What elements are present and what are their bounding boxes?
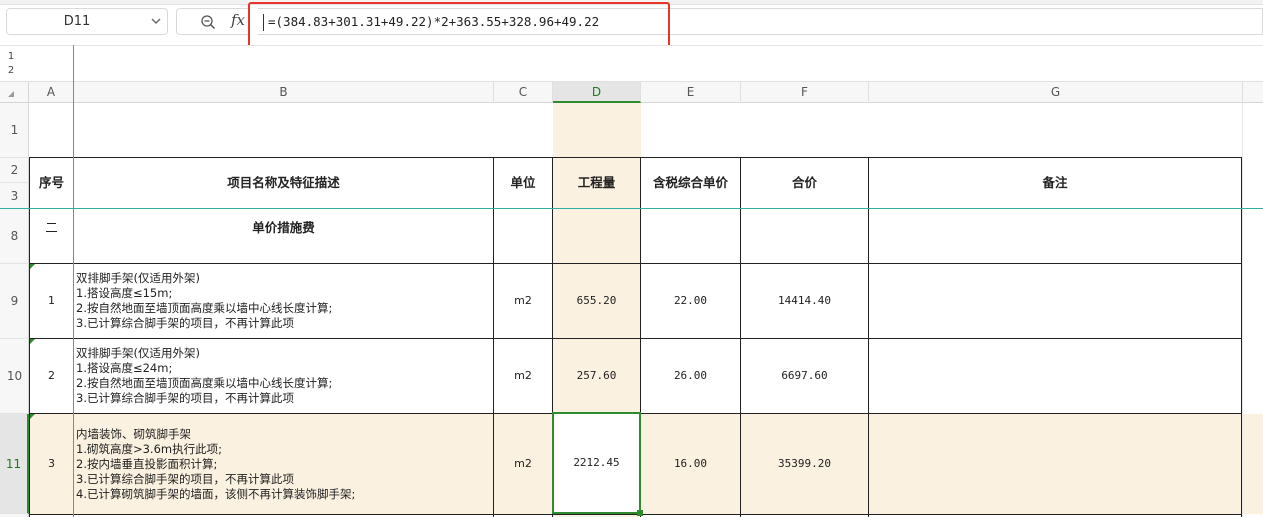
freeze-pane-guide-horizontal xyxy=(0,208,1263,209)
row-header-8[interactable]: 8 xyxy=(0,209,29,264)
name-box[interactable]: D11 xyxy=(6,8,168,35)
header-total: 合价 xyxy=(791,175,817,190)
header-unit-price: 含税综合单价 xyxy=(652,175,728,190)
header-remark: 备注 xyxy=(1042,175,1068,190)
row-header-2[interactable]: 2 xyxy=(0,158,29,183)
gridline xyxy=(1242,103,1243,517)
border xyxy=(29,514,1242,515)
row-header-1[interactable]: 1 xyxy=(0,103,29,158)
cell-unit-price[interactable]: 22.00 xyxy=(641,264,740,338)
column-header-b[interactable]: B xyxy=(74,82,494,103)
cell-total[interactable]: 6697.60 xyxy=(741,339,868,413)
select-all-icon xyxy=(8,91,14,97)
active-cell-d11[interactable]: 2212.45 xyxy=(552,412,641,514)
column-header-bar: A B C D E F G xyxy=(0,81,1263,103)
cell-unit-price[interactable]: 26.00 xyxy=(641,339,740,413)
cell-unit[interactable]: m2 xyxy=(494,339,552,413)
cell-qty[interactable]: 2212.45 xyxy=(554,414,639,512)
section-name: 单价措施费 xyxy=(252,220,315,235)
outline-level-1-button[interactable]: 1 xyxy=(6,51,16,62)
cell-seq[interactable]: 1 xyxy=(30,264,73,338)
chevron-down-icon[interactable] xyxy=(151,16,161,26)
cell-total[interactable]: 35399.20 xyxy=(741,414,868,514)
header-unit: 单位 xyxy=(510,175,536,190)
header-seq: 序号 xyxy=(38,175,64,190)
fx-icon[interactable]: fx xyxy=(231,11,245,29)
row-header-9[interactable]: 9 xyxy=(0,264,29,339)
header-qty: 工程量 xyxy=(577,175,616,190)
row-header-bar: 1 2 3 8 9 10 11 xyxy=(0,103,29,517)
border xyxy=(868,157,869,517)
cell-description[interactable]: 内墙装饰、砌筑脚手架 1.砌筑高度>3.6m执行此项; 2.按内墙垂直投影面积计… xyxy=(76,427,492,502)
outline-bar xyxy=(0,45,1263,81)
freeze-pane-guide-vertical xyxy=(73,45,74,517)
column-header-e[interactable]: E xyxy=(641,82,741,103)
cell-qty[interactable]: 655.20 xyxy=(553,264,640,338)
zoom-icon[interactable] xyxy=(200,14,216,30)
row-header-10[interactable]: 10 xyxy=(0,339,29,414)
row-header-3[interactable]: 3 xyxy=(0,183,29,209)
column-header-f[interactable]: F xyxy=(741,82,869,103)
column-header-c[interactable]: C xyxy=(494,82,553,103)
header-name: 项目名称及特征描述 xyxy=(227,175,340,190)
cell-total[interactable]: 14414.40 xyxy=(741,264,868,338)
outline-level-2-button[interactable]: 2 xyxy=(6,65,16,76)
border xyxy=(1241,157,1242,517)
cell-seq[interactable]: 3 xyxy=(30,414,73,514)
cell-unit-price[interactable]: 16.00 xyxy=(641,414,740,514)
column-header-g[interactable]: G xyxy=(869,82,1243,103)
cell-seq[interactable]: 2 xyxy=(30,339,73,413)
cell-description[interactable]: 双排脚手架(仅适用外架) 1.搭设高度≤24m; 2.按自然地面至墙顶面高度乘以… xyxy=(76,346,492,406)
select-all-corner[interactable] xyxy=(0,82,29,103)
name-box-value: D11 xyxy=(63,14,91,29)
column-header-a[interactable]: A xyxy=(29,82,74,103)
cell-unit[interactable]: m2 xyxy=(494,414,552,514)
cell-description[interactable]: 双排脚手架(仅适用外架) 1.搭设高度≤15m; 2.按自然地面至墙顶面高度乘以… xyxy=(76,271,492,331)
cell-unit[interactable]: m2 xyxy=(494,264,552,338)
row-header-11[interactable]: 11 xyxy=(0,414,29,514)
section-seq: 二 xyxy=(45,220,58,235)
formula-tools: fx xyxy=(176,8,250,35)
cell-qty[interactable]: 257.60 xyxy=(553,339,640,413)
column-header-d[interactable]: D xyxy=(553,82,641,103)
